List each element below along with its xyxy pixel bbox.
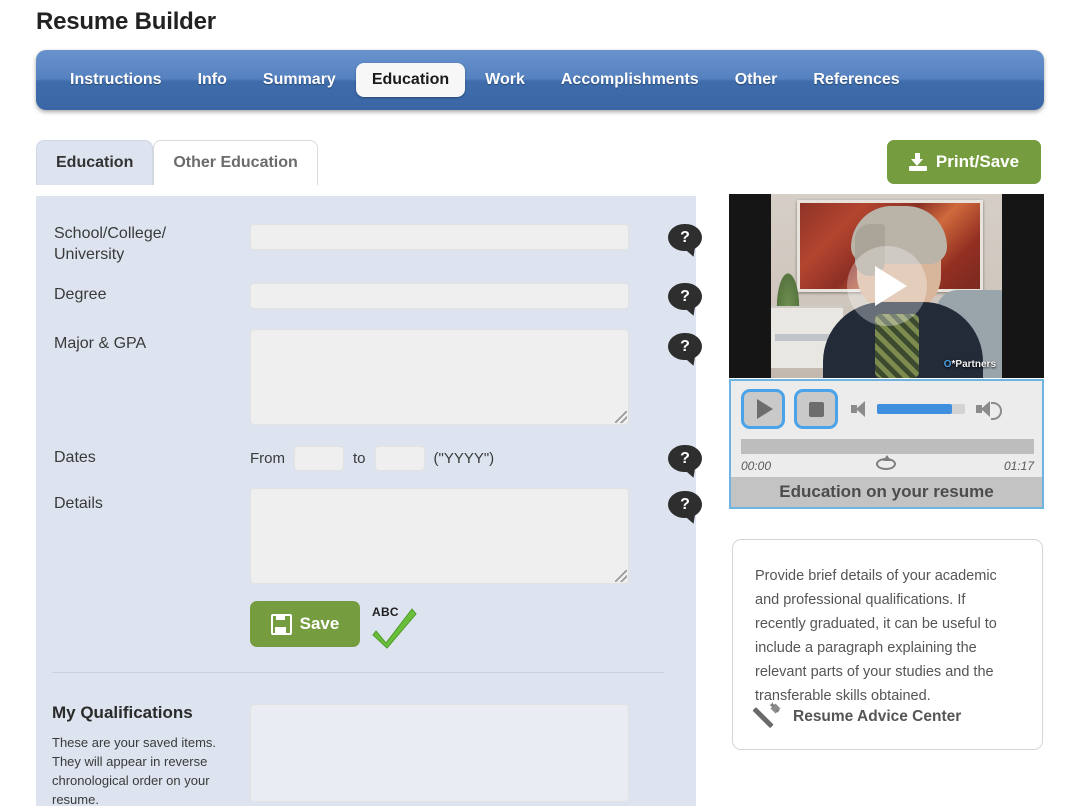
resume-builder-page: Resume Builder Instructions Info Summary…: [0, 0, 1080, 807]
video-watermark: OO*Partners*Partners: [943, 359, 996, 370]
major-gpa-textarea[interactable]: [250, 329, 629, 425]
main-navigation: Instructions Info Summary Education Work…: [36, 50, 1044, 110]
dates-format-hint: ("YYYY"): [433, 450, 495, 467]
school-field-label: School/College/University: [54, 225, 167, 263]
nav-tab-work[interactable]: Work: [469, 63, 541, 97]
print-save-button[interactable]: Print/Save: [887, 140, 1041, 184]
resume-advice-center-link[interactable]: ✦ ✦ Resume Advice Center: [752, 702, 962, 729]
transport-controls: [741, 389, 1002, 429]
qualifications-description: These are your saved items. They will ap…: [52, 735, 217, 807]
major-gpa-help-icon[interactable]: ?: [668, 333, 702, 368]
school-input[interactable]: [250, 224, 629, 250]
nav-tab-other[interactable]: Other: [719, 63, 794, 97]
dates-to-label: to: [353, 450, 366, 467]
dates-from-input[interactable]: [294, 446, 344, 471]
resize-grip-icon[interactable]: [615, 570, 627, 582]
loop-icon[interactable]: [875, 455, 898, 473]
qualifications-list[interactable]: [250, 704, 629, 802]
dates-help-icon[interactable]: ?: [668, 445, 702, 480]
sub-tab-other-education[interactable]: Other Education: [153, 140, 318, 185]
advice-card: Provide brief details of your academic a…: [732, 539, 1043, 750]
nav-tab-accomplishments[interactable]: Accomplishments: [545, 63, 715, 97]
speaker-volume-icon[interactable]: [976, 401, 1002, 420]
advice-text: Provide brief details of your academic a…: [755, 568, 997, 704]
nav-tab-instructions[interactable]: Instructions: [54, 63, 178, 97]
save-label: Save: [299, 614, 340, 633]
video-title: Education on your resume: [731, 477, 1042, 507]
nav-tab-summary[interactable]: Summary: [247, 63, 352, 97]
details-help-icon[interactable]: ?: [668, 491, 702, 526]
magic-wand-icon: ✦ ✦: [752, 702, 781, 729]
stop-icon[interactable]: [794, 389, 838, 429]
sub-tab-bar: Education Other Education: [36, 140, 318, 185]
education-form-panel: School/College/University ? Degree ? Maj…: [36, 196, 702, 807]
nav-tab-info[interactable]: Info: [182, 63, 243, 97]
download-icon: [908, 153, 927, 171]
dates-to-input[interactable]: [374, 446, 425, 471]
play-icon[interactable]: [741, 389, 785, 429]
save-button[interactable]: Save: [250, 601, 360, 647]
progress-bar[interactable]: [741, 439, 1034, 454]
nav-tab-references[interactable]: References: [797, 63, 915, 97]
section-divider: [52, 672, 664, 673]
qualifications-heading: My Qualifications: [52, 703, 193, 722]
resize-grip-icon[interactable]: [615, 411, 627, 423]
print-save-label: Print/Save: [935, 152, 1020, 171]
spellcheck-icon[interactable]: ABC: [370, 603, 418, 649]
details-field-label: Details: [54, 495, 103, 512]
plant: [775, 268, 801, 308]
time-current: 00:00: [741, 459, 772, 473]
volume-slider[interactable]: [877, 404, 965, 414]
degree-help-icon[interactable]: ?: [668, 283, 702, 318]
video-player-controls: 00:00 01:17 Education on your resume: [729, 379, 1044, 509]
page-title: Resume Builder: [36, 8, 216, 35]
degree-input[interactable]: [250, 283, 629, 309]
degree-field-label: Degree: [54, 286, 107, 303]
dates-field-label: Dates: [54, 449, 96, 466]
spellcheck-label: ABC: [372, 605, 399, 619]
floppy-disk-icon: [270, 613, 292, 635]
speaker-mute-icon[interactable]: [851, 401, 868, 417]
nav-tab-education[interactable]: Education: [355, 63, 466, 97]
details-textarea[interactable]: [250, 488, 629, 584]
sub-tab-education[interactable]: Education: [36, 140, 154, 185]
advice-link-label: Resume Advice Center: [793, 708, 962, 725]
school-help-icon[interactable]: ?: [668, 224, 702, 259]
play-icon[interactable]: [846, 246, 927, 326]
video-thumbnail[interactable]: OO*Partners*Partners: [729, 194, 1044, 378]
time-total: 01:17: [1003, 459, 1034, 473]
major-gpa-field-label: Major & GPA: [54, 335, 147, 352]
dates-from-label: From: [250, 450, 285, 467]
